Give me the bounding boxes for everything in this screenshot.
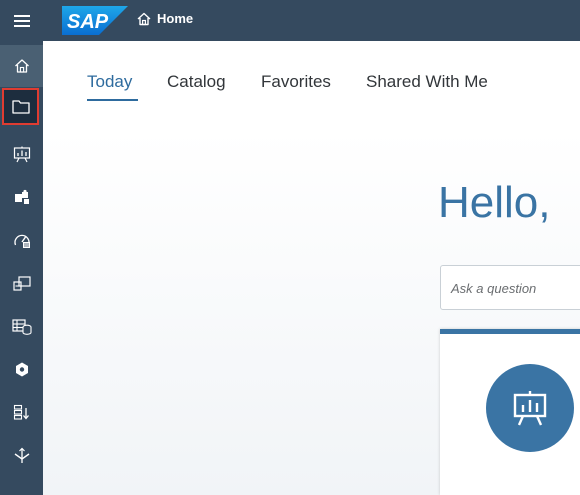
sidebar-item-data-builder[interactable] bbox=[0, 305, 43, 347]
sidebar-item-connections[interactable] bbox=[0, 262, 43, 304]
tab-catalog[interactable]: Catalog bbox=[167, 72, 226, 92]
active-tab-indicator bbox=[87, 99, 138, 101]
sidebar-item-modeler[interactable] bbox=[0, 348, 43, 390]
menu-button[interactable] bbox=[0, 0, 43, 41]
ask-question-placeholder: Ask a question bbox=[451, 281, 537, 296]
sidebar-item-home[interactable] bbox=[0, 45, 43, 87]
sidebar-item-files[interactable] bbox=[2, 88, 39, 125]
puzzle-icon bbox=[14, 189, 29, 204]
sidebar-item-stories[interactable] bbox=[0, 133, 43, 175]
sidebar-item-transport[interactable] bbox=[0, 434, 43, 476]
hamburger-icon bbox=[13, 14, 30, 27]
presentation-icon bbox=[13, 146, 30, 162]
transport-icon bbox=[14, 447, 29, 463]
home-tabs: Today Catalog Favorites Shared With Me bbox=[43, 41, 580, 113]
tab-favorites[interactable]: Favorites bbox=[261, 72, 331, 92]
list-sort-icon bbox=[13, 404, 29, 420]
data-link-icon bbox=[12, 275, 31, 291]
home-label: Home bbox=[157, 11, 194, 26]
presentation-icon bbox=[513, 391, 547, 426]
sidebar-item-data-actions[interactable] bbox=[0, 391, 43, 433]
sap-logo[interactable]: SAP bbox=[62, 6, 128, 35]
home-icon bbox=[14, 59, 29, 73]
card-icon-circle bbox=[486, 364, 574, 452]
home-breadcrumb[interactable]: Home bbox=[137, 11, 193, 26]
ask-question-input[interactable]: Ask a question bbox=[440, 265, 580, 310]
sidebar-item-digital-boardroom[interactable] bbox=[0, 219, 43, 261]
database-table-icon bbox=[11, 318, 32, 335]
home-icon bbox=[137, 12, 151, 25]
sidebar-item-analytic-applications[interactable] bbox=[0, 176, 43, 218]
story-card[interactable] bbox=[440, 329, 580, 495]
greeting-title: Hello, bbox=[438, 178, 551, 227]
tab-today[interactable]: Today bbox=[87, 72, 132, 92]
cube-network-icon bbox=[15, 362, 28, 376]
svg-text:SAP: SAP bbox=[67, 11, 109, 33]
gauge-icon bbox=[13, 234, 30, 248]
shell-bar: SAP Home bbox=[0, 0, 580, 41]
folder-icon bbox=[11, 100, 30, 114]
tab-shared-with-me[interactable]: Shared With Me bbox=[366, 72, 488, 92]
side-navigation bbox=[0, 41, 43, 495]
